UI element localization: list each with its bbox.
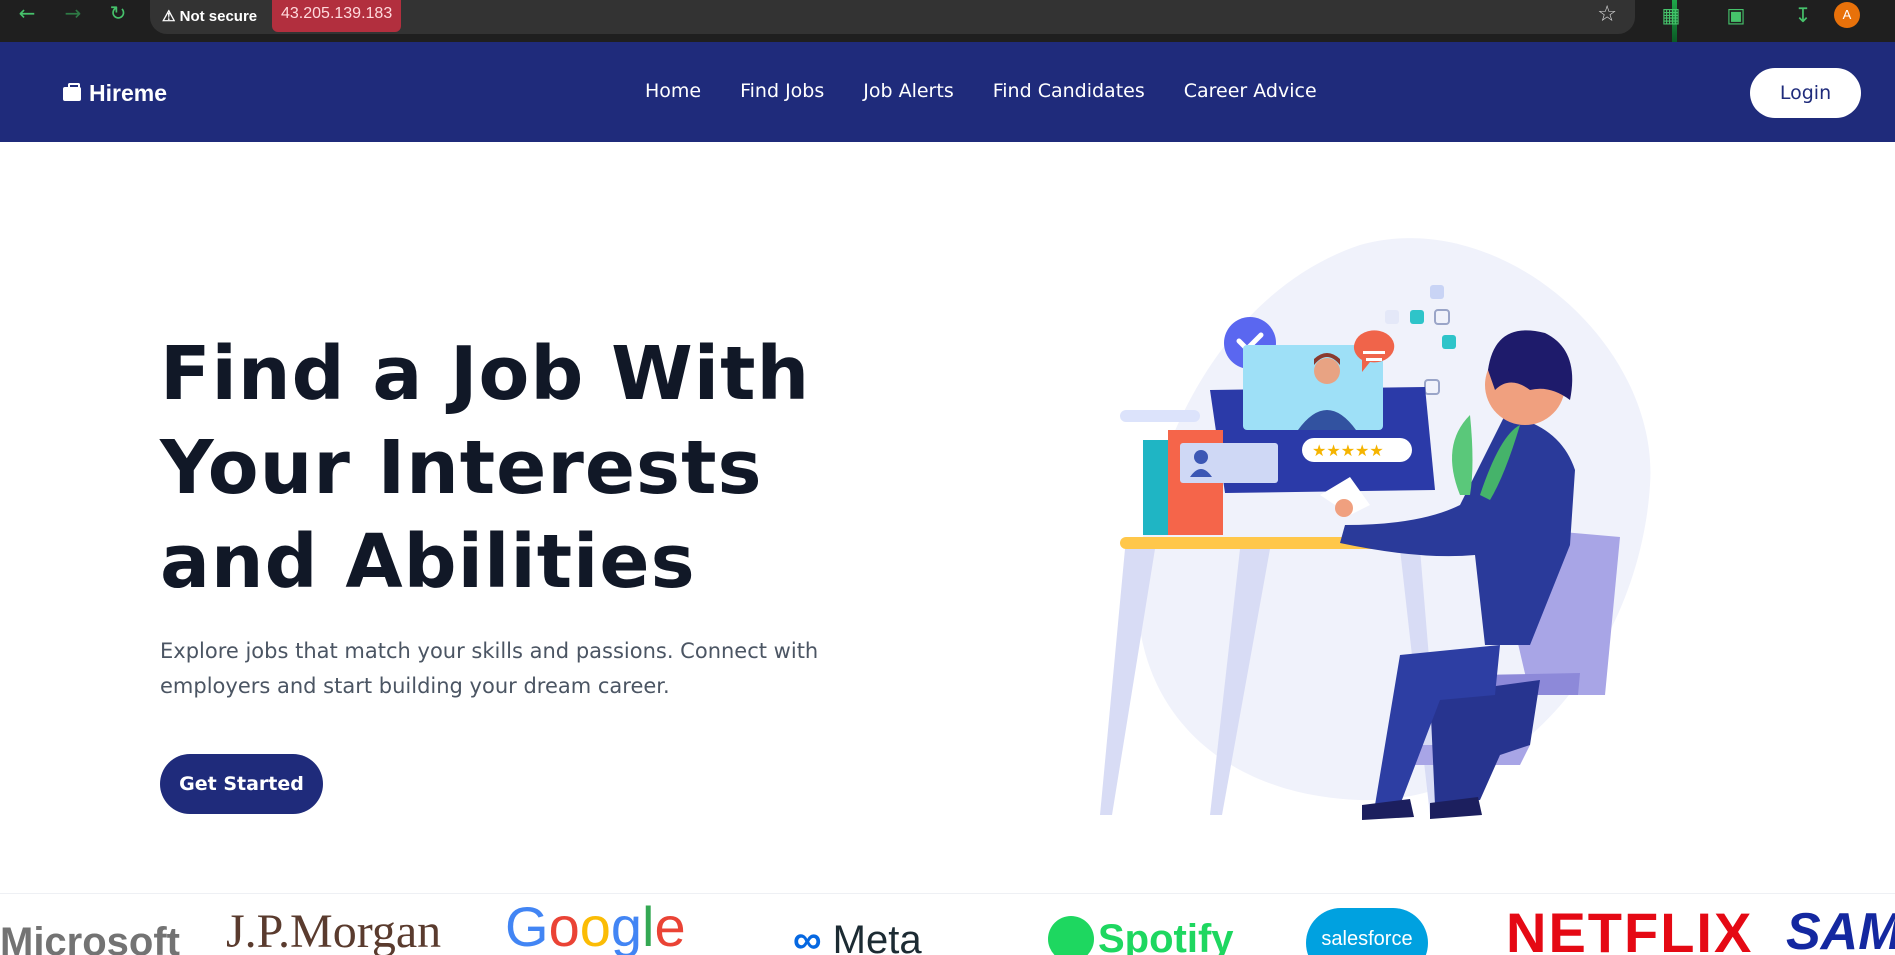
briefcase-icon	[63, 82, 81, 101]
forward-icon[interactable]: →	[58, 0, 88, 28]
logo-meta: ∞ Meta	[793, 918, 922, 955]
get-started-button[interactable]: Get Started	[160, 754, 323, 814]
nav-career-advice[interactable]: Career Advice	[1184, 80, 1317, 102]
spotify-icon	[1048, 916, 1094, 955]
logo-spotify: Spotify	[1048, 916, 1234, 955]
nav-job-alerts[interactable]: Job Alerts	[863, 80, 953, 102]
logo-jpmorgan: J.P.Morgan	[226, 905, 442, 955]
logo-salesforce: salesforce	[1306, 908, 1428, 955]
reload-icon[interactable]: ↻	[103, 0, 133, 28]
address-bar[interactable]: ⚠ Not secure 43.205.139.183 ☆	[150, 0, 1635, 34]
hero-subtitle: Explore jobs that match your skills and …	[160, 634, 860, 704]
hero-illustration: ★★★★★	[1100, 238, 1651, 820]
svg-text:★★★★★: ★★★★★	[1312, 441, 1384, 460]
logo-netflix: NETFLIX	[1506, 901, 1754, 955]
hero-title-line: Your Interests	[160, 425, 763, 511]
hero-subtitle-line: Explore jobs that match your skills and …	[160, 639, 819, 663]
url-text[interactable]: 43.205.139.183	[272, 0, 402, 32]
warning-icon: ⚠	[162, 8, 176, 25]
hero-title-line: Find a Job With	[160, 331, 811, 417]
browser-toolbar: ← → ↻ ⚠ Not secure 43.205.139.183 ☆ ▦ ▣ …	[0, 0, 1895, 42]
logo-text: Hireme	[89, 80, 167, 106]
company-logo-strip: Microsoft J.P.Morgan Google ∞ Meta Spoti…	[0, 893, 1895, 955]
logo-google: Google	[505, 895, 686, 955]
star-icon[interactable]: ☆	[1597, 2, 1617, 27]
download-icon[interactable]: ↧	[1789, 2, 1817, 30]
hero-subtitle-line: employers and start building your dream …	[160, 674, 670, 698]
hero-title: Find a Job With Your Interests and Abili…	[160, 327, 860, 609]
logo-microsoft: Microsoft	[0, 920, 180, 955]
screenshot-icon[interactable]: ▣	[1722, 2, 1750, 30]
main-nav: Home Find Jobs Job Alerts Find Candidate…	[645, 80, 1356, 102]
security-indicator[interactable]: ⚠ Not secure	[162, 6, 257, 28]
nav-home[interactable]: Home	[645, 80, 701, 102]
profile-avatar[interactable]: A	[1834, 2, 1860, 28]
site-logo[interactable]: Hireme	[63, 80, 167, 107]
decor-bar	[1120, 410, 1200, 422]
meta-infinity-icon: ∞	[793, 918, 822, 955]
back-icon[interactable]: ←	[12, 0, 42, 28]
extension-icon[interactable]: ▦	[1657, 2, 1685, 30]
site-header: Hireme Home Find Jobs Job Alerts Find Ca…	[0, 42, 1895, 142]
hero-title-line: and Abilities	[160, 519, 696, 605]
login-button[interactable]: Login	[1750, 68, 1861, 118]
nav-find-jobs[interactable]: Find Jobs	[740, 80, 824, 102]
logo-samsung: SAMS	[1786, 903, 1895, 955]
nav-find-candidates[interactable]: Find Candidates	[993, 80, 1145, 102]
security-label: Not secure	[179, 8, 258, 25]
